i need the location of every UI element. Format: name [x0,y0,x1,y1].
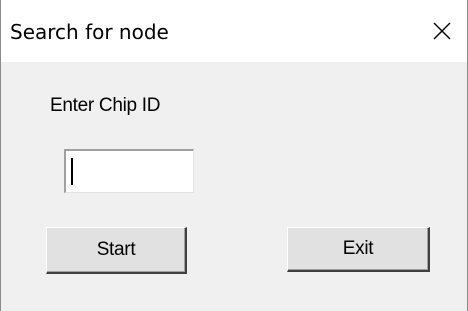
start-button[interactable]: Start [46,227,187,274]
title-bar: Search for node [1,0,467,62]
chip-id-label: Enter Chip ID [50,95,161,116]
close-button[interactable] [417,0,467,62]
dialog-title: Search for node [10,20,169,44]
exit-button[interactable]: Exit [287,227,430,272]
text-cursor [71,158,73,185]
search-dialog: Search for node Enter Chip ID Start Exit [0,0,468,311]
chip-id-input[interactable] [64,149,194,193]
close-x-icon [433,22,451,40]
